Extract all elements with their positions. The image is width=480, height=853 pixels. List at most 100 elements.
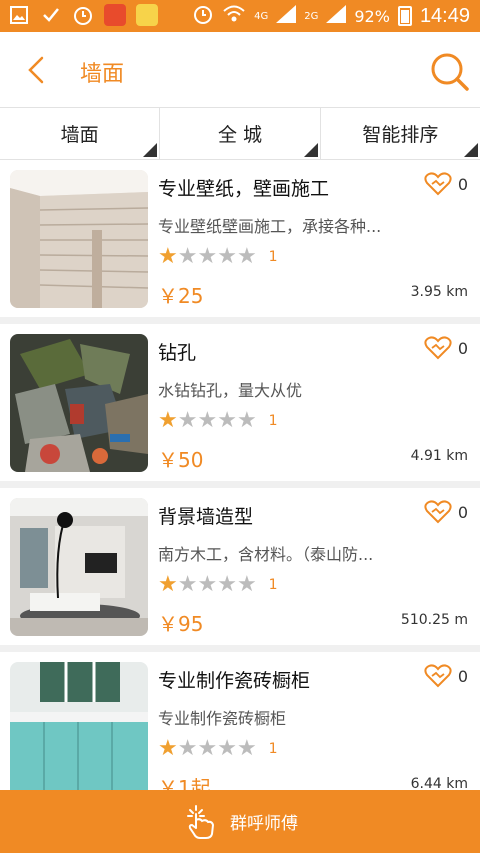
star-rating: ★ ★ ★ ★ ★ 1: [158, 738, 278, 760]
battery-percent: 92%: [354, 6, 390, 26]
signal-icon: [276, 5, 297, 27]
list-item[interactable]: 背景墙造型 0 南方木工，含材料。（泰山防... ★ ★ ★ ★ ★ 1 ￥95…: [0, 488, 480, 645]
rating-count: 1: [268, 741, 278, 757]
alarm-icon: [72, 4, 94, 26]
clock: 14:49: [419, 4, 470, 27]
listing-price: ￥50: [158, 448, 204, 472]
page-title: 墙面: [80, 62, 125, 87]
app-header: 墙面: [0, 32, 480, 108]
listing-title: 专业壁纸，壁画施工: [158, 178, 330, 200]
star-icon: ★: [197, 736, 218, 761]
listing-distance: 4.91 km: [410, 448, 468, 464]
heart-handshake-icon: [424, 172, 452, 196]
listing-distance: 3.95 km: [410, 284, 468, 300]
signal-icon-2: [326, 5, 347, 27]
listing-price: ￥25: [158, 284, 204, 308]
star-icon: ★: [177, 244, 198, 269]
listing-description: 南方木工，含材料。（泰山防...: [158, 545, 374, 564]
sort-filter-label: 智能排序: [362, 124, 439, 146]
listing-description: 水钻钻孔，量大从优: [158, 381, 303, 400]
heart-handshake-icon: [424, 336, 452, 360]
star-icon: ★: [177, 736, 198, 761]
system-status: 4G 2G 92% 14:49: [192, 0, 470, 32]
list-item[interactable]: 专业壁纸，壁画施工 0 专业壁纸壁画施工，承接各种... ★ ★ ★ ★ ★ 1…: [0, 160, 480, 317]
listing-distance: 510.25 m: [400, 612, 468, 628]
battery-icon: [397, 6, 412, 26]
service-list: 专业壁纸，壁画施工 0 专业壁纸壁画施工，承接各种... ★ ★ ★ ★ ★ 1…: [0, 160, 480, 790]
star-icon: ★: [177, 572, 198, 597]
listing-price: ￥95: [158, 612, 204, 636]
rating-count: 1: [268, 577, 278, 593]
rating-count: 1: [268, 413, 278, 429]
star-icon: ★: [158, 736, 178, 761]
call-masters-button[interactable]: 群呼师傅: [0, 790, 480, 853]
network-type-1: 4G: [254, 10, 269, 22]
heart-handshake-icon: [424, 664, 452, 688]
star-icon: ★: [158, 244, 178, 269]
star-rating: ★ ★ ★ ★ ★ 1: [158, 410, 278, 432]
alarm-status-icon: [192, 3, 214, 29]
favorite-button[interactable]: 0: [424, 172, 468, 196]
star-icon: ★: [217, 572, 237, 597]
star-icon: ★: [236, 408, 257, 433]
star-icon: ★: [236, 244, 257, 269]
favorite-count: 0: [457, 338, 468, 358]
wifi-icon: [222, 4, 246, 28]
living-room-photo: [10, 498, 148, 636]
favorite-button[interactable]: 0: [424, 664, 468, 688]
heart-handshake-icon: [424, 500, 452, 524]
category-filter[interactable]: 墙面: [0, 108, 161, 159]
tap-hand-icon: [187, 804, 215, 839]
filter-bar: 墙面 全 城 智能排序: [0, 108, 480, 160]
chevron-left-icon: [28, 56, 44, 84]
category-filter-label: 墙面: [60, 124, 99, 146]
star-icon: ★: [177, 408, 198, 433]
star-icon: ★: [158, 572, 178, 597]
listing-title: 钻孔: [158, 342, 197, 364]
star-rating: ★ ★ ★ ★ ★ 1: [158, 574, 278, 596]
back-button[interactable]: [18, 50, 58, 90]
listing-description: 专业壁纸壁画施工，承接各种...: [158, 217, 382, 236]
listing-title: 专业制作瓷砖橱柜: [158, 670, 311, 692]
listing-title: 背景墙造型: [158, 506, 254, 528]
sort-filter[interactable]: 智能排序: [321, 108, 480, 159]
check-notification-icon: [40, 4, 62, 26]
star-icon: ★: [158, 408, 178, 433]
area-filter-label: 全 城: [217, 124, 263, 146]
area-filter[interactable]: 全 城: [160, 108, 321, 159]
star-icon: ★: [217, 408, 237, 433]
star-icon: ★: [236, 572, 257, 597]
listing-distance: 6.44 km: [410, 776, 468, 790]
tools-bag-photo: [10, 334, 148, 472]
listing-price: ￥1起: [158, 776, 211, 790]
gallery-notification-icon: [8, 4, 30, 26]
search-icon: [431, 53, 469, 91]
dropdown-corner-icon: [303, 143, 318, 157]
favorite-count: 0: [457, 666, 468, 686]
star-icon: ★: [197, 244, 218, 269]
list-item[interactable]: 专业制作瓷砖橱柜 0 专业制作瓷砖橱柜 ★ ★ ★ ★ ★ 1 ￥1起 6.44…: [0, 652, 480, 790]
network-type-2: 2G: [304, 10, 319, 22]
favorite-count: 0: [457, 502, 468, 522]
call-masters-label: 群呼师傅: [230, 814, 298, 834]
star-icon: ★: [197, 572, 218, 597]
favorite-button[interactable]: 0: [424, 500, 468, 524]
favorite-button[interactable]: 0: [424, 336, 468, 360]
kitchen-cabinet-photo: [10, 662, 148, 790]
list-item[interactable]: 钻孔 0 水钻钻孔，量大从优 ★ ★ ★ ★ ★ 1 ￥50 4.91 km: [0, 324, 480, 481]
notification-icons: [8, 4, 158, 26]
listing-description: 专业制作瓷砖橱柜: [158, 709, 287, 728]
status-bar: 4G 2G 92% 14:49: [0, 0, 480, 32]
app-notification-icon-2: [136, 4, 158, 26]
star-icon: ★: [197, 408, 218, 433]
dropdown-corner-icon: [463, 143, 478, 157]
rating-count: 1: [268, 249, 278, 265]
star-rating: ★ ★ ★ ★ ★ 1: [158, 246, 278, 268]
wall-room-photo: [10, 170, 148, 308]
star-icon: ★: [236, 736, 257, 761]
app-notification-icon: [104, 4, 126, 26]
dropdown-corner-icon: [143, 143, 158, 157]
star-icon: ★: [217, 244, 237, 269]
star-icon: ★: [217, 736, 237, 761]
search-button[interactable]: [428, 50, 470, 92]
